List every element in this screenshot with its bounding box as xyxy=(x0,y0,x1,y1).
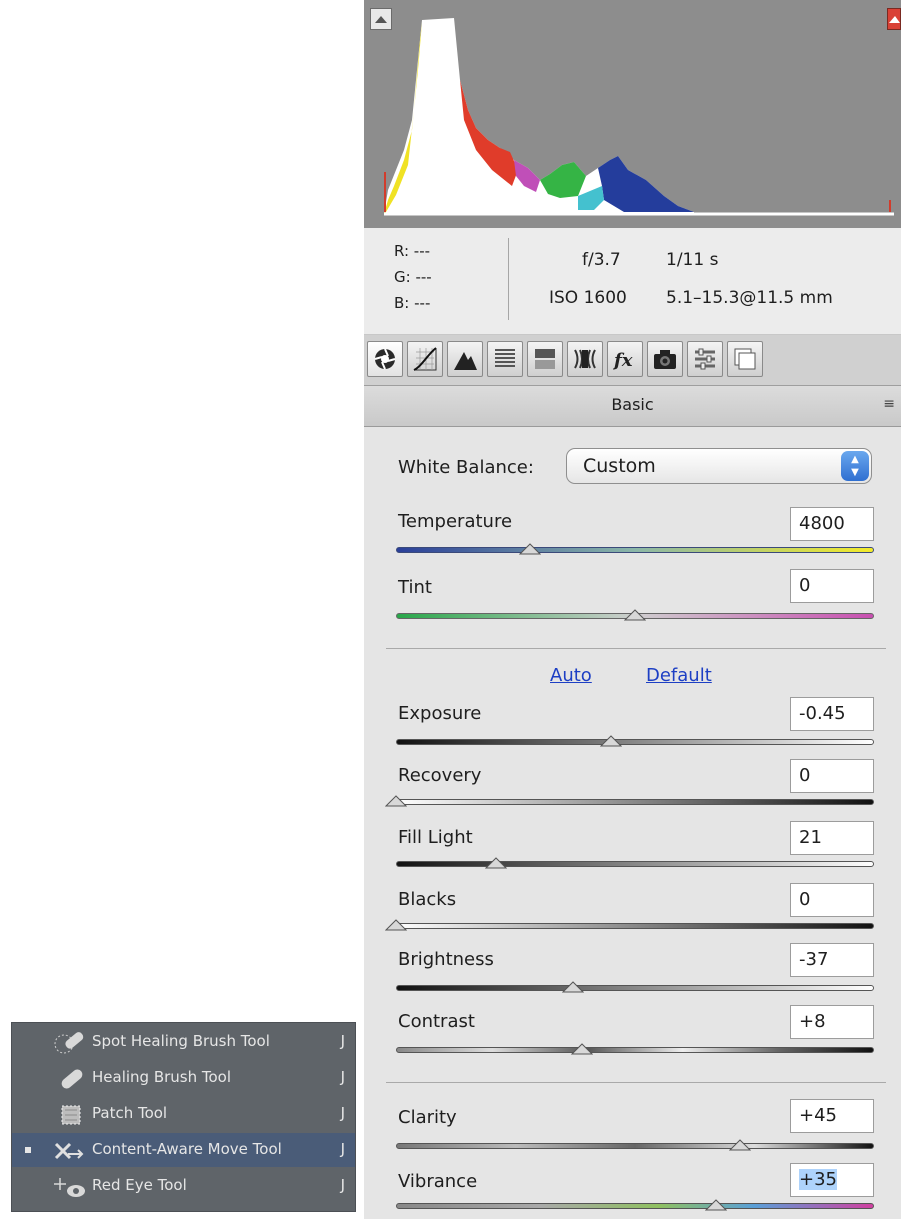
tab-camera-calibration[interactable] xyxy=(647,341,683,377)
vibrance-slider[interactable] xyxy=(396,1203,874,1209)
tint-input[interactable]: 0 xyxy=(790,569,874,603)
histogram-graph xyxy=(384,18,894,216)
temperature-label: Temperature xyxy=(398,511,513,532)
aperture-icon xyxy=(374,348,396,370)
vibrance-input[interactable]: +35 xyxy=(790,1163,874,1197)
white-balance-label: White Balance: xyxy=(398,457,534,478)
blacks-label: Blacks xyxy=(398,889,457,910)
clarity-slider[interactable] xyxy=(396,1143,874,1149)
section-header: Basic ≡ xyxy=(364,386,901,427)
b-readout: B: --- xyxy=(394,294,431,312)
tone-curve-icon xyxy=(413,347,437,371)
healing-brush-icon xyxy=(50,1066,90,1092)
brightness-input[interactable]: -37 xyxy=(790,943,874,977)
default-link[interactable]: Default xyxy=(646,665,712,686)
tab-hsl[interactable] xyxy=(487,341,523,377)
contrast-slider-thumb[interactable] xyxy=(571,1043,594,1055)
white-balance-select[interactable]: Custom ▲ ▼ xyxy=(566,448,872,484)
shutter-value: 1/11 s xyxy=(666,250,719,270)
fill-light-label: Fill Light xyxy=(398,827,473,848)
aperture-value: f/3.7 xyxy=(582,250,621,270)
recovery-label: Recovery xyxy=(398,765,482,786)
exposure-label: Exposure xyxy=(398,703,482,724)
divider xyxy=(386,1082,886,1083)
tab-lens-corrections[interactable] xyxy=(567,341,603,377)
menu-item-red-eye[interactable]: Red Eye Tool J xyxy=(12,1169,355,1203)
brightness-slider-thumb[interactable] xyxy=(561,981,584,993)
camera-icon xyxy=(654,350,676,369)
content-aware-move-icon xyxy=(50,1138,90,1164)
blacks-slider[interactable] xyxy=(396,923,874,929)
menu-item-content-aware-move[interactable]: Content-Aware Move Tool J xyxy=(12,1133,355,1167)
red-eye-icon xyxy=(50,1174,90,1200)
menu-item-spot-healing-brush[interactable]: Spot Healing Brush Tool J xyxy=(12,1025,355,1059)
tab-effects[interactable]: fx xyxy=(607,341,643,377)
svg-text:fx: fx xyxy=(612,350,633,371)
iso-value: ISO 1600 xyxy=(549,288,627,308)
blacks-slider-thumb[interactable] xyxy=(385,919,407,931)
divider xyxy=(386,648,886,649)
lens-corrections-icon xyxy=(574,349,596,369)
detail-icon xyxy=(454,352,477,370)
tab-presets[interactable] xyxy=(687,341,723,377)
r-readout: R: --- xyxy=(394,242,431,260)
clarity-slider-thumb[interactable] xyxy=(729,1139,752,1151)
tint-slider-thumb[interactable] xyxy=(624,609,646,621)
tab-split-toning[interactable] xyxy=(527,341,563,377)
menu-item-healing-brush[interactable]: Healing Brush Tool J xyxy=(12,1061,355,1095)
temperature-slider-thumb[interactable] xyxy=(518,543,541,555)
tab-basic[interactable] xyxy=(367,341,403,377)
exposure-slider-thumb[interactable] xyxy=(600,735,623,747)
menu-item-patch[interactable]: Patch Tool J xyxy=(12,1097,355,1131)
tint-label: Tint xyxy=(398,577,432,598)
exposure-input[interactable]: -0.45 xyxy=(790,697,874,731)
contrast-input[interactable]: +8 xyxy=(790,1005,874,1039)
blacks-input[interactable]: 0 xyxy=(790,883,874,917)
temperature-input[interactable]: 4800 xyxy=(790,507,874,541)
contrast-slider[interactable] xyxy=(396,1047,874,1053)
exposure-slider[interactable] xyxy=(396,739,874,745)
recovery-slider-thumb[interactable] xyxy=(385,795,407,807)
presets-icon xyxy=(695,348,715,370)
brightness-slider[interactable] xyxy=(396,985,874,991)
panel-tab-bar: fx xyxy=(364,335,901,386)
section-title: Basic xyxy=(611,395,654,414)
vibrance-label: Vibrance xyxy=(398,1171,478,1192)
white-balance-value: Custom xyxy=(583,455,656,477)
updown-arrows-icon: ▲ ▼ xyxy=(841,451,869,481)
brightness-label: Brightness xyxy=(398,949,494,970)
histogram xyxy=(364,0,901,228)
tab-snapshots[interactable] xyxy=(727,341,763,377)
info-divider xyxy=(508,238,509,320)
snapshots-icon xyxy=(734,348,756,370)
panel-menu-icon[interactable]: ≡ xyxy=(883,396,895,412)
recovery-slider[interactable] xyxy=(396,799,874,805)
hsl-icon xyxy=(495,349,515,367)
spot-healing-brush-icon xyxy=(50,1030,90,1056)
selected-bullet-icon xyxy=(25,1147,31,1153)
camera-info-bar: R: --- G: --- B: --- f/3.7 1/11 s ISO 16… xyxy=(364,228,901,335)
basic-settings: White Balance: Custom ▲ ▼ Temperature 480… xyxy=(364,427,901,1219)
temperature-slider[interactable] xyxy=(396,547,874,553)
tab-detail[interactable] xyxy=(447,341,483,377)
tool-flyout-menu: Spot Healing Brush Tool J Healing Brush … xyxy=(11,1022,356,1212)
lens-value: 5.1–15.3@11.5 mm xyxy=(666,288,833,308)
clarity-input[interactable]: +45 xyxy=(790,1099,874,1133)
patch-icon xyxy=(50,1102,90,1128)
fx-icon: fx xyxy=(612,350,633,371)
fill-light-slider[interactable] xyxy=(396,861,874,867)
camera-raw-panel: R: --- G: --- B: --- f/3.7 1/11 s ISO 16… xyxy=(364,0,901,1219)
clarity-label: Clarity xyxy=(398,1107,457,1128)
tab-tone-curve[interactable] xyxy=(407,341,443,377)
auto-link[interactable]: Auto xyxy=(550,665,592,686)
split-toning-icon xyxy=(535,349,555,369)
recovery-input[interactable]: 0 xyxy=(790,759,874,793)
fill-light-input[interactable]: 21 xyxy=(790,821,874,855)
fill-light-slider-thumb[interactable] xyxy=(485,857,508,869)
g-readout: G: --- xyxy=(394,268,432,286)
contrast-label: Contrast xyxy=(398,1011,475,1032)
vibrance-slider-thumb[interactable] xyxy=(705,1199,728,1211)
